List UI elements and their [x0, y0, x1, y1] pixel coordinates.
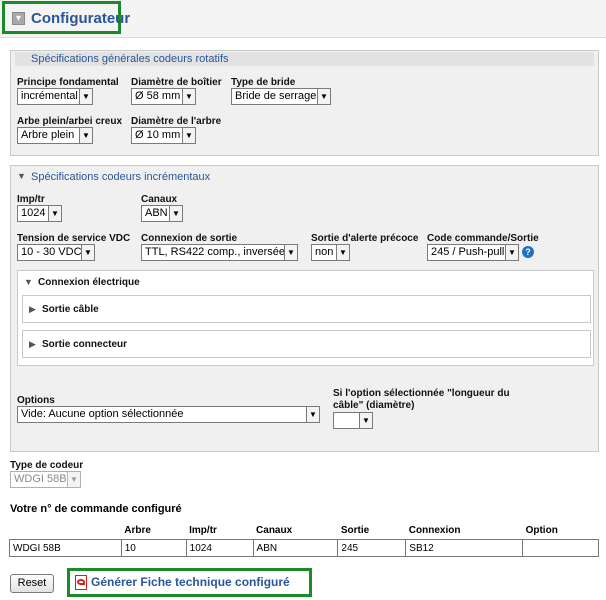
- collapsed-triangle-icon: ▶: [29, 304, 36, 314]
- flange-type-label: Type de bride: [231, 77, 296, 88]
- electrical-connection-title: Connexion électrique: [38, 277, 140, 288]
- options-select[interactable]: Vide: Aucune option sélectionnée ▼: [17, 406, 320, 423]
- help-icon[interactable]: ?: [522, 246, 534, 258]
- order-code-label: Code commande/Sortie: [427, 233, 539, 244]
- select-value: Arbre plein: [21, 129, 75, 141]
- order-cell-connection: SB12: [405, 539, 524, 557]
- dropdown-arrow-icon: ▼: [182, 89, 195, 104]
- encoder-type-label: Type de codeur: [10, 460, 84, 471]
- dropdown-arrow-icon: ▼: [79, 89, 92, 104]
- order-cell-channels: ABN: [252, 539, 339, 557]
- options-label: Options: [17, 395, 55, 406]
- select-value: 10 - 30 VDC: [21, 246, 81, 258]
- dropdown-arrow-icon: ▼: [306, 407, 319, 422]
- select-value: Ø 10 mm: [135, 129, 181, 141]
- general-specs-title: Spécifications générales codeurs rotatif…: [31, 53, 229, 65]
- order-table: Arbre Imp/tr Canaux Sortie Connexion Opt…: [9, 525, 599, 557]
- order-col-header: Imp/tr: [189, 525, 217, 536]
- order-cell-option: [522, 539, 599, 557]
- order-table-header: Arbre Imp/tr Canaux Sortie Connexion Opt…: [10, 525, 599, 540]
- dropdown-arrow-icon: ▼: [182, 128, 195, 143]
- select-value: non: [315, 246, 334, 258]
- housing-diameter-select[interactable]: Ø 58 mm ▼: [131, 88, 196, 105]
- configurator-toggle[interactable]: ▾ Configurateur: [2, 1, 130, 34]
- cable-option-label: Si l'option sélectionnée "longueur du câ…: [333, 388, 510, 411]
- supply-voltage-select[interactable]: 10 - 30 VDC ▼: [17, 244, 95, 261]
- select-value: 1024: [21, 207, 46, 219]
- collapsed-triangle-icon: ▶: [29, 339, 36, 349]
- order-cell-output: 245: [337, 539, 407, 557]
- generate-datasheet-button[interactable]: Générer Fiche technique configuré: [67, 568, 312, 597]
- collapse-icon: ▾: [12, 12, 25, 25]
- select-value: WDGI 58B: [14, 473, 67, 485]
- housing-diameter-label: Diamètre de boîtier: [131, 77, 222, 88]
- shaft-type-select[interactable]: Arbre plein ▼: [17, 127, 93, 144]
- order-cell-type: WDGI 58B: [9, 539, 122, 557]
- incremental-specs-panel: ▼ Spécifications codeurs incrémentaux Im…: [10, 165, 599, 452]
- dropdown-arrow-icon: ▼: [317, 89, 330, 104]
- channels-label: Canaux: [141, 194, 178, 205]
- select-value: TTL, RS422 comp., inversée: [145, 246, 284, 258]
- pulses-label: Imp/tr: [17, 194, 45, 205]
- pulses-select[interactable]: 1024 ▼: [17, 205, 62, 222]
- dropdown-arrow-icon: ▼: [67, 472, 80, 487]
- order-col-header: Arbre: [124, 525, 151, 536]
- pdf-icon: [75, 575, 87, 590]
- electrical-connection-box: ▼ Connexion électrique ▶ Sortie câble ▶ …: [17, 270, 594, 366]
- order-cell-shaft: 10: [120, 539, 187, 557]
- order-number-title: Votre n° de commande configuré: [10, 503, 182, 515]
- basic-principle-label: Principe fondamental: [17, 77, 119, 88]
- order-col-header: Option: [525, 525, 558, 536]
- select-value: [337, 413, 339, 428]
- order-code-select[interactable]: 245 / Push-pull ▼: [427, 244, 519, 261]
- expanded-triangle-icon: ▼: [24, 277, 33, 287]
- select-value: Ø 58 mm: [135, 90, 181, 102]
- basic-principle-select[interactable]: incrémental ▼: [17, 88, 93, 105]
- output-connection-select[interactable]: TTL, RS422 comp., inversée ▼: [141, 244, 298, 261]
- order-cell-pulses: 1024: [185, 539, 254, 557]
- generate-datasheet-label: Générer Fiche technique configuré: [91, 575, 290, 589]
- flange-type-select[interactable]: Bride de serrage ▼: [231, 88, 331, 105]
- incremental-specs-toggle[interactable]: ▼ Spécifications codeurs incrémentaux: [15, 170, 315, 184]
- connector-output-item[interactable]: ▶ Sortie connecteur: [22, 330, 591, 358]
- select-value: incrémental: [21, 90, 78, 102]
- order-col-header: Sortie: [340, 525, 370, 536]
- electrical-connection-toggle[interactable]: ▼ Connexion électrique: [22, 276, 222, 290]
- expanded-triangle-icon: ▼: [17, 171, 26, 181]
- reset-button[interactable]: Reset: [10, 574, 54, 593]
- configurator-title: Configurateur: [31, 10, 131, 27]
- order-col-header: [10, 525, 122, 540]
- channels-select[interactable]: ABN ▼: [141, 205, 183, 222]
- dropdown-arrow-icon: ▼: [169, 206, 182, 221]
- connector-output-label: Sortie connecteur: [42, 339, 128, 350]
- order-table-row: WDGI 58B 10 1024 ABN 245 SB12: [9, 539, 599, 557]
- shaft-diameter-label: Diamètre de l'arbre: [131, 116, 222, 127]
- dropdown-arrow-icon: ▼: [48, 206, 61, 221]
- early-warning-select[interactable]: non ▼: [311, 244, 350, 261]
- select-value: Vide: Aucune option sélectionnée: [21, 408, 184, 420]
- select-value: ABN: [145, 207, 168, 219]
- shaft-diameter-select[interactable]: Ø 10 mm ▼: [131, 127, 196, 144]
- select-value: 245 / Push-pull: [431, 246, 505, 258]
- incremental-specs-title: Spécifications codeurs incrémentaux: [31, 171, 211, 183]
- dropdown-arrow-icon: ▼: [505, 245, 518, 260]
- dropdown-arrow-icon: ▼: [359, 413, 372, 428]
- select-value: Bride de serrage: [235, 90, 317, 102]
- encoder-type-select: WDGI 58B ▼: [10, 471, 81, 488]
- cable-output-item[interactable]: ▶ Sortie câble: [22, 295, 591, 323]
- supply-voltage-label: Tension de service VDC: [17, 233, 131, 244]
- order-col-header: Canaux: [256, 525, 293, 536]
- dropdown-arrow-icon: ▼: [81, 245, 94, 260]
- cable-diameter-select[interactable]: ▼: [333, 412, 373, 429]
- cable-output-label: Sortie câble: [42, 304, 99, 315]
- dropdown-arrow-icon: ▼: [336, 245, 349, 260]
- general-specs-panel: Spécifications générales codeurs rotatif…: [10, 50, 599, 156]
- shaft-type-label: Arbe plein/arbei creux: [17, 116, 123, 127]
- dropdown-arrow-icon: ▼: [79, 128, 92, 143]
- early-warning-label: Sortie d'alerte précoce: [311, 233, 419, 244]
- output-connection-label: Connexion de sortie: [141, 233, 238, 244]
- dropdown-arrow-icon: ▼: [284, 245, 297, 260]
- order-col-header: Connexion: [408, 525, 461, 536]
